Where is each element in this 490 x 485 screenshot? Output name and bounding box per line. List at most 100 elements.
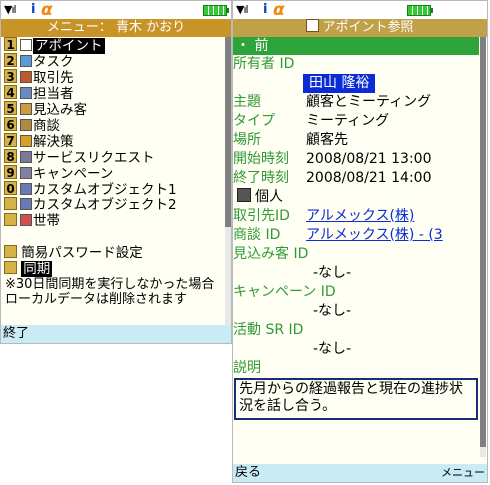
i-mode-icon: i <box>31 2 36 17</box>
shortcut-key: 4 <box>4 85 17 100</box>
battery-icon <box>203 5 229 16</box>
bullet-icon <box>4 261 17 274</box>
sync-warning-text: ※30日間同期を実行しなかった場合ローカルデータは削除されます <box>5 277 215 307</box>
task-icon <box>20 55 32 67</box>
shortcut-key: 0 <box>4 181 17 196</box>
activity-sr-label: 活動 SR ID <box>233 322 304 338</box>
menu-softkey[interactable]: メニュー <box>441 464 485 482</box>
appli-icon: α <box>273 0 285 20</box>
scrollbar[interactable] <box>480 37 486 457</box>
menu-item-label: タスク <box>33 54 74 70</box>
contact-icon <box>20 87 32 99</box>
activity-sr-value: -なし- <box>313 341 352 357</box>
screen-title: アポイント参照 <box>233 19 487 37</box>
i-mode-icon: i <box>263 2 268 17</box>
menu-item-label: 見込み客 <box>33 102 87 118</box>
menu-item-6[interactable]: 6 商談 <box>1 117 231 134</box>
custom-object-icon <box>20 198 32 210</box>
password-setting-item[interactable]: 簡易パスワード設定 <box>1 245 231 261</box>
account-icon <box>20 71 32 83</box>
back-link[interactable]: ・ 前 <box>233 37 479 55</box>
custom-object-icon <box>20 183 32 195</box>
subject-label: 主題 <box>233 94 261 110</box>
menu-item-3[interactable]: 3 取引先 <box>1 69 231 86</box>
menu-item-4[interactable]: 4 担当者 <box>1 85 231 102</box>
menu-list: 1 アポイント 2 タスク 3 取引先 4 担当者 5 見込み客 6 商談 7 解決策 8 サービスリクエスト… <box>1 37 231 229</box>
menu-item-10[interactable]: 0 カスタムオブジェクト1 <box>1 181 231 198</box>
shortcut-key: 8 <box>4 149 17 164</box>
household-icon <box>20 214 32 226</box>
campaign-label: キャンペーン ID <box>233 284 336 300</box>
appointment-screen: ▼ıl i α アポイント参照 ・ 前 所有者 ID 田山 隆裕 主題 顧客とミー… <box>232 0 488 483</box>
status-bar: ▼ıl i α <box>233 0 487 20</box>
owner-label: 所有者 ID <box>233 56 295 72</box>
subject-value: 顧客とミーティング <box>306 94 432 110</box>
menu-item-11[interactable]: カスタムオブジェクト2 <box>1 197 231 213</box>
menu-item-label: カスタムオブジェクト1 <box>33 182 177 198</box>
battery-icon <box>407 5 433 16</box>
exit-softkey[interactable]: 終了 <box>3 325 29 343</box>
signal-icon: ▼ıl <box>236 3 249 16</box>
menu-item-label: 取引先 <box>33 70 74 86</box>
menu-item-label: サービスリクエスト <box>33 150 155 166</box>
shortcut-key: 1 <box>4 37 17 52</box>
menu-item-label: 世帯 <box>33 213 60 229</box>
soft-key-bar: 終了 <box>1 325 231 343</box>
type-label: タイプ <box>233 113 275 129</box>
menu-screen: ▼ıl i α メニュー： 青木 かおり 1 アポイント 2 タスク 3 取引先 4 担当者 5… <box>0 0 232 344</box>
menu-item-label: 解決策 <box>33 134 74 150</box>
private-checkbox[interactable] <box>237 188 251 202</box>
account-link[interactable]: アルメックス(株) <box>306 207 414 226</box>
menu-item-label: カスタムオブジェクト2 <box>33 197 177 213</box>
service-request-icon <box>20 151 32 163</box>
menu-item-label: 商談 <box>33 118 60 134</box>
scrollbar[interactable] <box>225 37 231 327</box>
shortcut-key: 2 <box>4 53 17 68</box>
shortcut-key: 5 <box>4 101 17 116</box>
back-softkey[interactable]: 戻る <box>235 464 261 482</box>
menu-item-12[interactable]: 世帯 <box>1 213 231 229</box>
status-bar: ▼ıl i α <box>1 0 231 20</box>
opportunity-link[interactable]: アルメックス(株) - (3 <box>306 226 443 245</box>
shortcut-key <box>4 197 17 210</box>
campaign-icon <box>20 167 32 179</box>
soft-key-bar: 戻る メニュー <box>233 464 487 482</box>
type-value: ミーティング <box>306 113 390 129</box>
menu-item-8[interactable]: 8 サービスリクエスト <box>1 149 231 166</box>
shortcut-key <box>4 213 17 226</box>
account-label: 取引先ID <box>233 208 290 224</box>
place-value: 顧客先 <box>306 132 348 148</box>
lead-value: -なし- <box>313 265 352 281</box>
menu-item-2[interactable]: 2 タスク <box>1 53 231 70</box>
appli-icon: α <box>41 0 53 20</box>
opportunity-icon <box>20 119 32 131</box>
shortcut-key: 3 <box>4 69 17 84</box>
campaign-value: -なし- <box>313 303 352 319</box>
lead-label: 見込み客 ID <box>233 246 309 262</box>
shortcut-key: 9 <box>4 165 17 180</box>
menu-item-5[interactable]: 5 見込み客 <box>1 101 231 118</box>
scrollbar-thumb[interactable] <box>480 37 486 447</box>
appointment-detail: ・ 前 所有者 ID 田山 隆裕 主題 顧客とミーティング タイプ ミーティング 場… <box>233 37 479 456</box>
lead-icon <box>20 103 32 115</box>
private-label: 個人 <box>255 189 283 205</box>
place-label: 場所 <box>233 132 261 148</box>
scrollbar-thumb[interactable] <box>225 37 231 227</box>
signal-icon: ▼ıl <box>4 3 17 16</box>
description-field[interactable]: 先月からの経過報告と現在の進捗状況を話し合う。 <box>234 378 478 420</box>
menu-item-1[interactable]: 1 アポイント <box>1 37 231 54</box>
menu-item-7[interactable]: 7 解決策 <box>1 133 231 150</box>
bullet-icon <box>4 245 17 258</box>
key-icon <box>20 135 32 147</box>
end-time-value: 2008/08/21 14:00 <box>306 170 432 186</box>
menu-item-label: キャンペーン <box>33 166 114 182</box>
menu-item-9[interactable]: 9 キャンペーン <box>1 165 231 182</box>
owner-value[interactable]: 田山 隆裕 <box>303 74 376 93</box>
description-label: 説明 <box>233 360 261 376</box>
menu-item-label: アポイント <box>33 38 105 54</box>
sync-item[interactable]: 同期 <box>1 261 231 277</box>
calendar-icon <box>20 39 32 51</box>
menu-title: メニュー： 青木 かおり <box>1 19 231 37</box>
end-time-label: 終了時刻 <box>233 170 289 186</box>
start-time-label: 開始時刻 <box>233 151 289 167</box>
